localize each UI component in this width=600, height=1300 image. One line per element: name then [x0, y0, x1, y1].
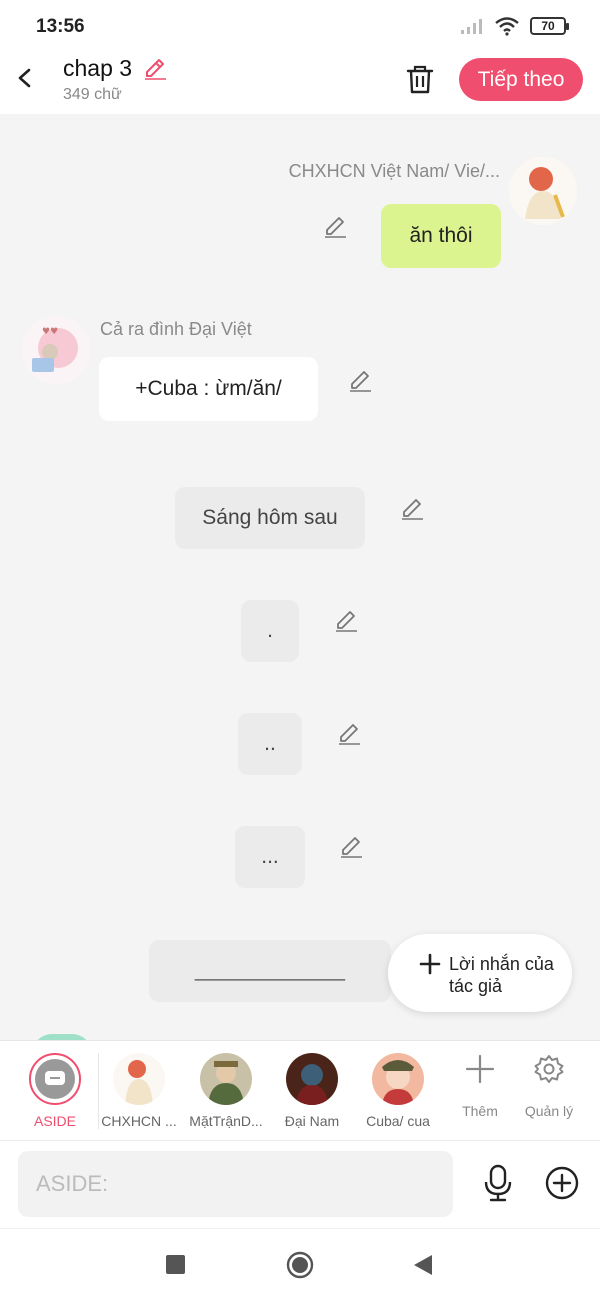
manage-characters-button[interactable]: Quản lý: [514, 1041, 584, 1141]
message-bubble[interactable]: +Cuba : ừm/ăn/: [99, 357, 318, 421]
character-label: Đại Nam: [284, 1113, 340, 1129]
character-label: Cuba/ cua: [366, 1113, 430, 1129]
nav-back-icon[interactable]: [412, 1253, 434, 1277]
plus-icon: [419, 953, 441, 975]
character-dainam[interactable]: Đại Nam: [262, 1041, 362, 1141]
pencil-icon[interactable]: [347, 368, 373, 394]
narration-bubble[interactable]: .: [241, 600, 299, 662]
message-bubble[interactable]: ăn thôi: [381, 204, 501, 268]
signal-icon: [461, 19, 482, 34]
avatar: [372, 1053, 424, 1105]
status-bar: 13:56 70: [0, 0, 600, 52]
character-label: MặtTrậnD...: [189, 1113, 263, 1129]
chat-area[interactable]: CHXHCN Việt Nam/ Vie/... ăn thôi ♥♥ Cả r…: [0, 114, 600, 1040]
avatar[interactable]: [509, 157, 577, 225]
recents-icon[interactable]: [166, 1255, 185, 1274]
author-note-label: Lời nhắn của tác giả: [449, 954, 554, 996]
trash-icon[interactable]: [403, 62, 437, 96]
chapter-title[interactable]: chap 3: [63, 55, 132, 82]
chat-bubble-icon: [45, 1071, 65, 1085]
plus-icon: [465, 1054, 495, 1084]
pencil-icon[interactable]: [338, 834, 364, 860]
character-bar: ASIDE CHXHCN ... MặtTrậnD... Đại Nam Cub…: [0, 1040, 600, 1140]
character-label: CHXHCN ...: [101, 1113, 177, 1129]
pencil-icon[interactable]: [142, 56, 168, 82]
add-circle-icon[interactable]: [544, 1165, 580, 1201]
narration-bubble[interactable]: ...: [235, 826, 305, 888]
pencil-icon[interactable]: [333, 608, 359, 634]
gear-icon: [534, 1055, 564, 1083]
pencil-icon[interactable]: [399, 496, 425, 522]
add-character-button[interactable]: Thêm: [445, 1041, 515, 1141]
avatar: [200, 1053, 252, 1105]
back-icon[interactable]: [10, 60, 40, 96]
author-note-button[interactable]: Lời nhắn của tác giả: [388, 934, 572, 1012]
status-time: 13:56: [36, 16, 85, 37]
character-chxhcn[interactable]: CHXHCN ...: [89, 1041, 189, 1141]
home-icon[interactable]: [286, 1251, 314, 1279]
pencil-icon[interactable]: [336, 721, 362, 747]
system-nav-bar: [0, 1228, 600, 1300]
avatar: [113, 1053, 165, 1105]
narration-bubble[interactable]: ..: [238, 713, 302, 775]
battery-indicator: 70: [530, 17, 569, 35]
avatar: [29, 1053, 81, 1105]
pencil-icon[interactable]: [322, 214, 348, 240]
svg-text:♥♥: ♥♥: [42, 327, 58, 337]
editor-header: chap 3 349 chữ Tiếp theo: [0, 52, 600, 114]
avatar[interactable]: ♥♥: [22, 316, 90, 384]
composer: [0, 1140, 600, 1228]
word-count: 349 chữ: [63, 86, 122, 103]
mic-icon[interactable]: [480, 1163, 516, 1203]
sender-name: Cả ra đình Đại Việt: [100, 319, 252, 339]
character-cuba[interactable]: Cuba/ cua: [348, 1041, 448, 1141]
narration-bubble[interactable]: _______________: [149, 940, 391, 1002]
message-input[interactable]: [18, 1151, 453, 1217]
next-button[interactable]: Tiếp theo: [459, 58, 583, 101]
manage-characters-label: Quản lý: [524, 1103, 574, 1119]
status-icons: 70: [460, 16, 569, 36]
avatar: [286, 1053, 338, 1105]
narration-bubble[interactable]: Sáng hôm sau: [175, 487, 365, 549]
add-character-label: Thêm: [462, 1103, 498, 1119]
sender-name: CHXHCN Việt Nam/ Vie/...: [288, 161, 500, 181]
wifi-icon: [495, 17, 519, 36]
character-mattran[interactable]: MặtTrậnD...: [176, 1041, 276, 1141]
